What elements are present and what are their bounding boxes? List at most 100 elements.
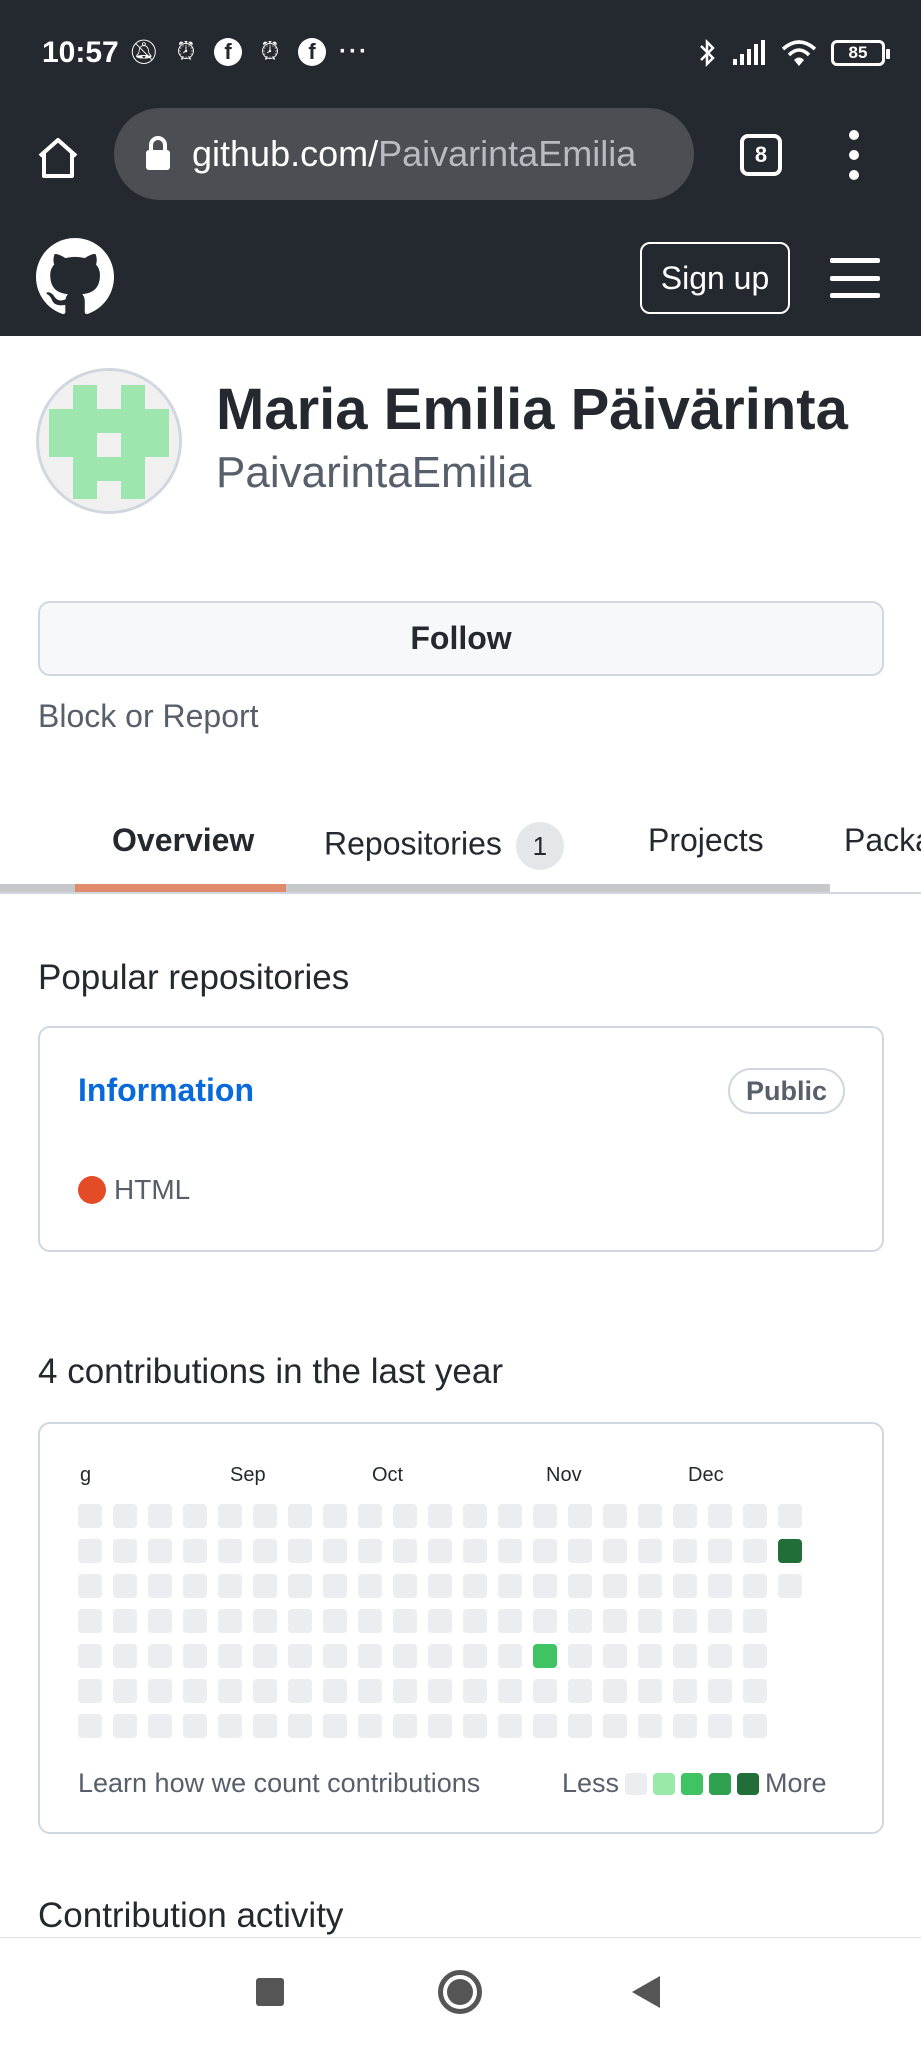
contribution-day-cell[interactable] — [708, 1714, 732, 1738]
contribution-day-cell[interactable] — [498, 1679, 522, 1703]
contribution-day-cell[interactable] — [778, 1574, 802, 1598]
contribution-day-cell[interactable] — [463, 1644, 487, 1668]
contribution-day-cell[interactable] — [78, 1574, 102, 1598]
contribution-day-cell[interactable] — [323, 1539, 347, 1563]
back-button[interactable] — [632, 1976, 660, 2008]
contribution-day-cell[interactable] — [498, 1609, 522, 1633]
contribution-day-cell[interactable] — [428, 1714, 452, 1738]
contribution-day-cell[interactable] — [358, 1574, 382, 1598]
contribution-day-cell[interactable] — [708, 1504, 732, 1528]
contribution-day-cell[interactable] — [148, 1574, 172, 1598]
contribution-day-cell[interactable] — [463, 1679, 487, 1703]
contribution-day-cell[interactable] — [463, 1539, 487, 1563]
contribution-day-cell[interactable] — [603, 1644, 627, 1668]
contribution-day-cell[interactable] — [428, 1609, 452, 1633]
contribution-day-cell[interactable] — [638, 1504, 662, 1528]
contribution-day-cell[interactable] — [463, 1714, 487, 1738]
contribution-day-cell[interactable] — [743, 1609, 767, 1633]
contribution-day-cell[interactable] — [323, 1609, 347, 1633]
contribution-day-cell[interactable] — [498, 1504, 522, 1528]
contribution-day-cell[interactable] — [288, 1504, 312, 1528]
contribution-day-cell[interactable] — [568, 1609, 592, 1633]
contribution-day-cell[interactable] — [603, 1504, 627, 1528]
contribution-day-cell[interactable] — [183, 1644, 207, 1668]
contribution-day-cell[interactable] — [533, 1574, 557, 1598]
home-nav-button[interactable] — [438, 1970, 482, 2014]
contribution-day-cell[interactable] — [743, 1714, 767, 1738]
contribution-day-cell[interactable] — [113, 1714, 137, 1738]
contribution-day-cell[interactable] — [218, 1679, 242, 1703]
follow-button[interactable]: Follow — [38, 601, 884, 676]
contribution-day-cell[interactable] — [708, 1574, 732, 1598]
contribution-day-cell[interactable] — [253, 1539, 277, 1563]
contribution-day-cell[interactable] — [288, 1679, 312, 1703]
contribution-day-cell[interactable] — [533, 1539, 557, 1563]
contribution-day-cell[interactable] — [673, 1539, 697, 1563]
contribution-day-cell[interactable] — [393, 1714, 417, 1738]
contribution-day-cell[interactable] — [638, 1714, 662, 1738]
hamburger-menu-icon[interactable] — [830, 258, 880, 298]
contribution-day-cell[interactable] — [323, 1504, 347, 1528]
contribution-day-cell[interactable] — [253, 1504, 277, 1528]
repository-link[interactable]: Information — [78, 1072, 254, 1109]
contribution-day-cell[interactable] — [428, 1539, 452, 1563]
contribution-day-cell[interactable] — [498, 1574, 522, 1598]
sign-up-button[interactable]: Sign up — [640, 242, 790, 314]
contribution-day-cell[interactable] — [463, 1609, 487, 1633]
contribution-day-cell[interactable] — [253, 1679, 277, 1703]
contribution-day-cell[interactable] — [533, 1679, 557, 1703]
contribution-day-cell[interactable] — [708, 1679, 732, 1703]
block-or-report-link[interactable]: Block or Report — [38, 698, 259, 735]
contribution-day-cell[interactable] — [673, 1714, 697, 1738]
contribution-day-cell[interactable] — [148, 1714, 172, 1738]
contribution-day-cell[interactable] — [323, 1714, 347, 1738]
contribution-day-cell[interactable] — [358, 1609, 382, 1633]
contribution-day-cell[interactable] — [218, 1644, 242, 1668]
contribution-day-cell[interactable] — [568, 1644, 592, 1668]
contribution-day-cell[interactable] — [673, 1574, 697, 1598]
contribution-day-cell[interactable] — [638, 1574, 662, 1598]
contribution-day-cell[interactable] — [358, 1504, 382, 1528]
tab-packages[interactable]: Packa — [844, 822, 921, 859]
contribution-day-cell[interactable] — [288, 1714, 312, 1738]
contribution-day-cell[interactable] — [498, 1539, 522, 1563]
contribution-day-cell[interactable] — [603, 1714, 627, 1738]
contribution-day-cell[interactable] — [78, 1644, 102, 1668]
contribution-day-cell[interactable] — [673, 1504, 697, 1528]
contribution-day-cell[interactable] — [393, 1574, 417, 1598]
contribution-day-cell[interactable] — [708, 1539, 732, 1563]
contribution-day-cell[interactable] — [673, 1644, 697, 1668]
contribution-day-cell[interactable] — [743, 1504, 767, 1528]
contribution-day-cell[interactable] — [288, 1539, 312, 1563]
contribution-day-cell[interactable] — [673, 1679, 697, 1703]
contribution-day-cell[interactable] — [253, 1714, 277, 1738]
contribution-day-cell[interactable] — [393, 1679, 417, 1703]
address-bar[interactable]: github.com/PaivarintaEmilia — [114, 108, 694, 200]
contribution-day-cell[interactable] — [113, 1679, 137, 1703]
contribution-day-cell[interactable] — [78, 1504, 102, 1528]
browser-menu-button[interactable] — [842, 130, 866, 180]
contribution-day-cell[interactable] — [428, 1679, 452, 1703]
contribution-day-cell[interactable] — [183, 1679, 207, 1703]
contribution-day-cell[interactable] — [148, 1504, 172, 1528]
contribution-day-cell[interactable] — [183, 1714, 207, 1738]
contribution-day-cell[interactable] — [253, 1609, 277, 1633]
contribution-day-cell[interactable] — [428, 1644, 452, 1668]
contribution-day-cell[interactable] — [603, 1574, 627, 1598]
contribution-day-cell[interactable] — [323, 1574, 347, 1598]
contribution-day-cell[interactable] — [673, 1609, 697, 1633]
contribution-day-cell[interactable] — [113, 1609, 137, 1633]
github-logo-icon[interactable] — [36, 238, 114, 316]
contribution-day-cell[interactable] — [603, 1539, 627, 1563]
tab-overview[interactable]: Overview — [112, 822, 254, 859]
contribution-day-cell[interactable] — [638, 1539, 662, 1563]
avatar[interactable] — [36, 368, 182, 514]
contribution-day-cell[interactable] — [218, 1714, 242, 1738]
contribution-day-cell[interactable] — [743, 1679, 767, 1703]
contribution-day-cell[interactable] — [603, 1609, 627, 1633]
contribution-day-cell[interactable] — [218, 1504, 242, 1528]
contribution-day-cell[interactable] — [393, 1644, 417, 1668]
contribution-day-cell[interactable] — [288, 1644, 312, 1668]
contribution-day-cell[interactable] — [113, 1574, 137, 1598]
contribution-day-cell[interactable] — [498, 1644, 522, 1668]
